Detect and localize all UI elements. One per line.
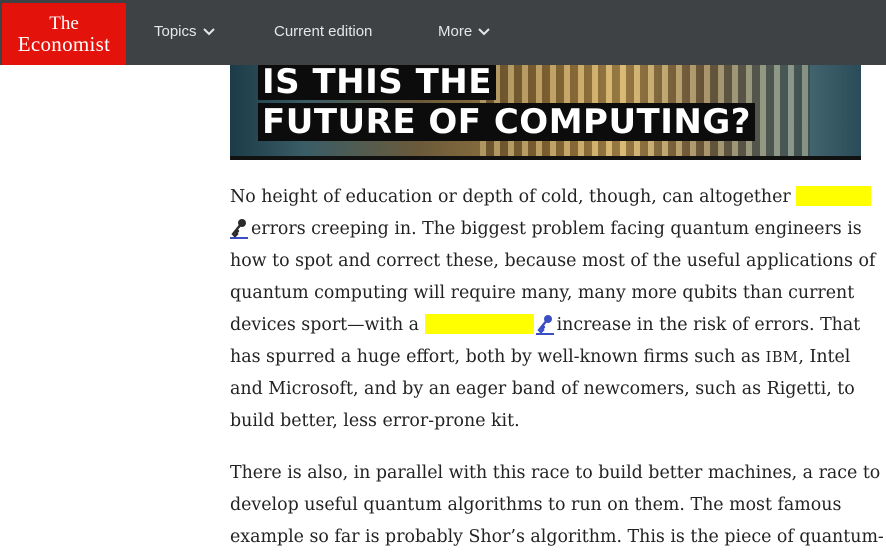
nav-more-menu[interactable]: More bbox=[438, 22, 490, 42]
text-line: quantum computing will require many, man… bbox=[230, 283, 855, 303]
top-navigation-bar: The Economist Topics Current edition Mor… bbox=[0, 0, 886, 65]
logo-line-1: The bbox=[49, 13, 79, 34]
text-line: develop useful quantum algorithms to run… bbox=[230, 495, 842, 515]
text-line: errors creeping in. The biggest problem … bbox=[230, 213, 862, 245]
hero-bottom-border bbox=[230, 156, 861, 160]
chevron-down-icon bbox=[202, 28, 215, 36]
nav-current-edition-label: Current edition bbox=[274, 23, 373, 40]
hero-caption-line-2: FUTURE OF COMPUTING? bbox=[258, 103, 755, 141]
text-line: and Microsoft, and by an eager band of n… bbox=[230, 379, 855, 399]
text-segment: has spurred a huge effort, both by well-… bbox=[230, 347, 761, 367]
nav-topics-label: Topics bbox=[154, 23, 197, 40]
nav-more-label: More bbox=[438, 23, 473, 40]
text-segment: increase in the risk of errors. That bbox=[556, 315, 861, 335]
key-icon[interactable] bbox=[230, 217, 248, 239]
highlighted-redaction[interactable] bbox=[424, 314, 534, 334]
small-caps-ibm: IBM bbox=[765, 350, 799, 366]
article-paragraph-2: There is also, in parallel with this rac… bbox=[230, 457, 884, 553]
text-line: devices sport—with a increase in the ris… bbox=[230, 309, 862, 341]
highlighted-redaction[interactable] bbox=[796, 186, 872, 206]
text-segment: No height of education or depth of cold,… bbox=[230, 187, 791, 207]
text-line: how to spot and correct these, because m… bbox=[230, 251, 876, 271]
economist-logo[interactable]: The Economist bbox=[2, 3, 126, 65]
nav-topics-menu[interactable]: Topics bbox=[154, 22, 215, 42]
hero-video-thumbnail[interactable]: IS THIS THE FUTURE OF COMPUTING? bbox=[230, 65, 861, 160]
text-line: has spurred a huge effort, both by well-… bbox=[230, 341, 862, 373]
article-paragraph-1: No height of education or depth of cold,… bbox=[230, 181, 876, 437]
chevron-down-icon bbox=[478, 28, 490, 36]
nav-current-edition-link[interactable]: Current edition bbox=[274, 22, 372, 42]
key-icon[interactable] bbox=[535, 313, 554, 335]
text-line: No height of education or depth of cold,… bbox=[230, 181, 872, 213]
hero-caption-line-1: IS THIS THE bbox=[258, 65, 496, 100]
text-segment: errors creeping in. The biggest problem … bbox=[251, 219, 862, 239]
logo-line-2: Economist bbox=[17, 32, 111, 56]
text-segment: , Intel bbox=[798, 347, 851, 367]
text-line: build better, less error-prone kit. bbox=[230, 411, 520, 431]
text-line: There is also, in parallel with this rac… bbox=[230, 463, 881, 483]
text-line: example so far is probably Shor’s algori… bbox=[230, 527, 884, 547]
text-segment: devices sport—with a bbox=[230, 315, 420, 335]
